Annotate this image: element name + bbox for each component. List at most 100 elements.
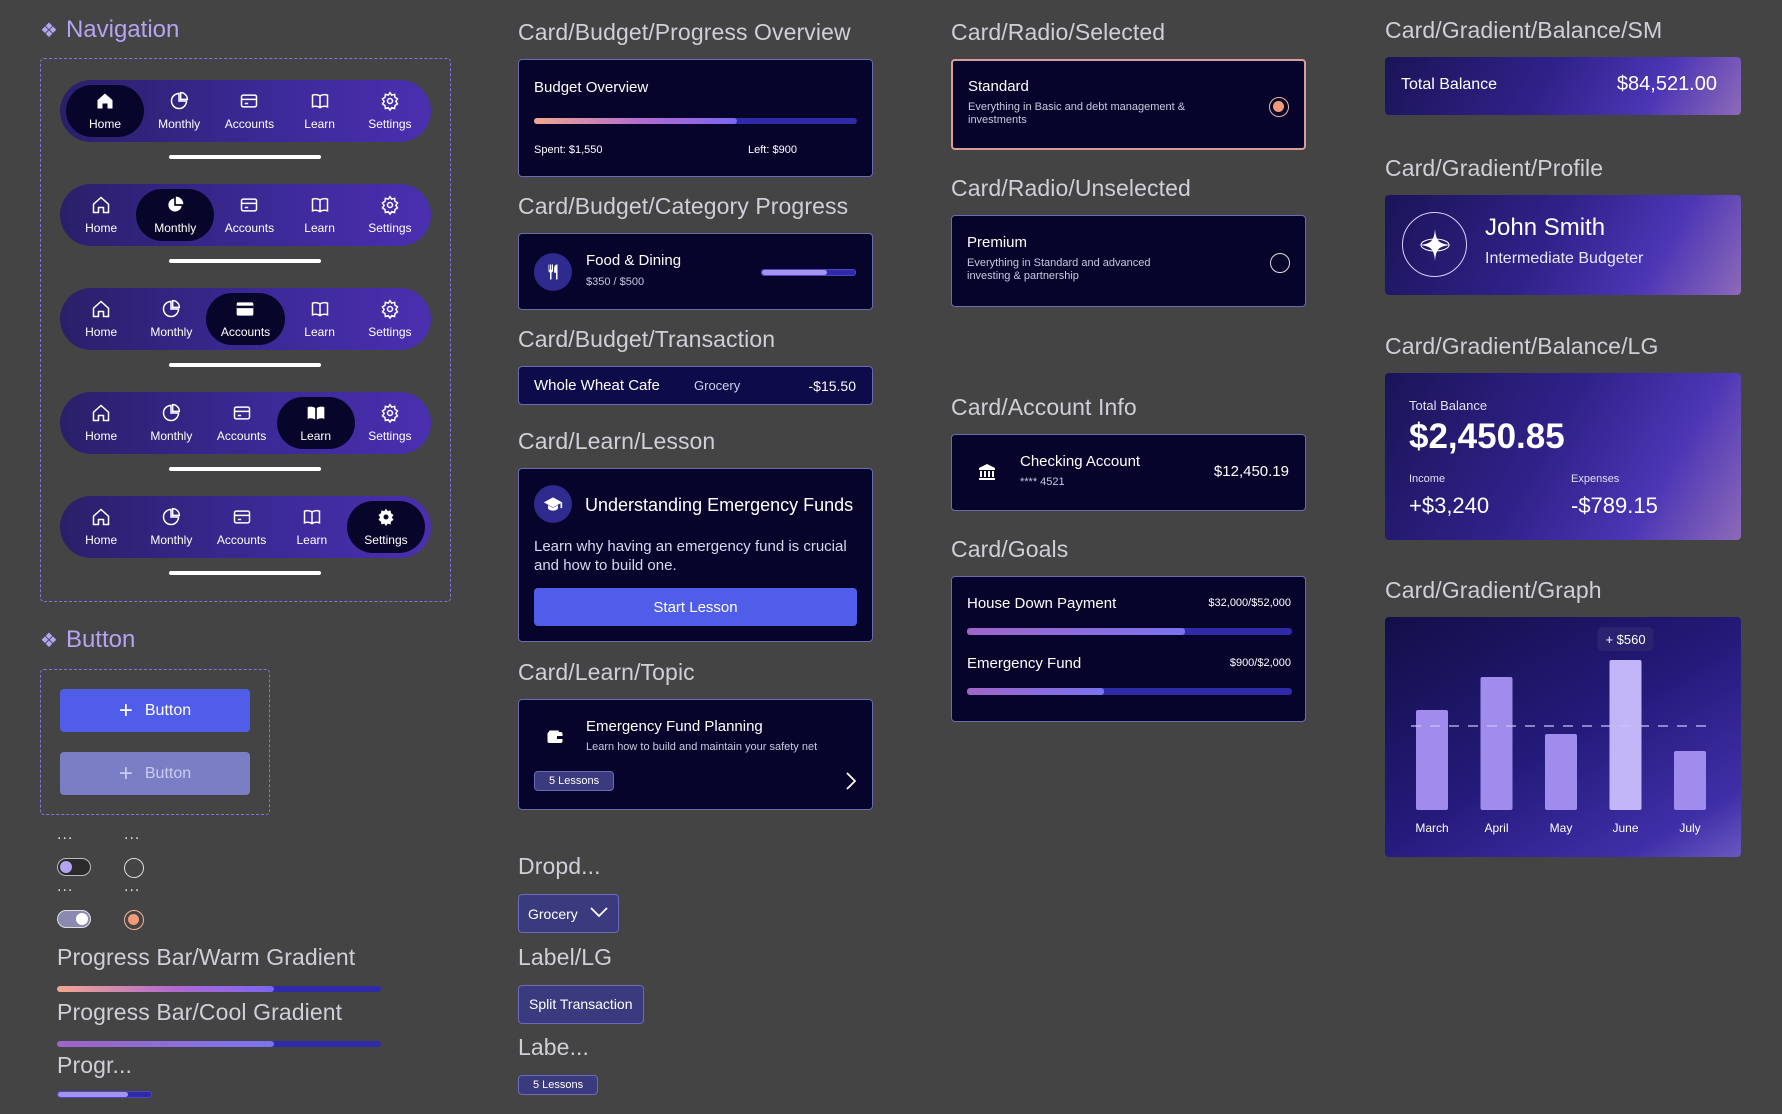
home-indicator (169, 259, 321, 263)
spent-amount: Spent: $1,550 (534, 144, 603, 156)
dropdown-value: Grocery (528, 905, 578, 922)
category-name: Food & Dining (586, 252, 682, 269)
chevron-right-icon[interactable] (846, 772, 857, 795)
total-balance-card-sm: Total Balance $84,521.00 (1385, 57, 1741, 115)
split-transaction-label: Split Transaction (518, 985, 644, 1024)
total-balance-card-lg: Total Balance $2,450.85 Income +$3,240 E… (1385, 373, 1741, 540)
radio-unselected[interactable] (124, 858, 144, 878)
nav-item-home[interactable]: Home (66, 501, 136, 553)
nav-item-accounts[interactable]: Accounts (206, 397, 276, 449)
home-indicator (169, 571, 321, 575)
progress-bar-small (57, 1091, 152, 1098)
progress-fill (58, 1092, 128, 1097)
bar-july[interactable] (1674, 751, 1706, 810)
nav-item-monthly[interactable]: Monthly (136, 293, 206, 345)
nav-item-learn[interactable]: Learn (277, 501, 347, 553)
radio-selected[interactable] (124, 910, 144, 930)
progress-fill (57, 986, 275, 992)
progress-small-title: Progr... (57, 1052, 132, 1078)
fork-knife-icon (534, 253, 572, 291)
home-icon (91, 195, 111, 218)
account-info-card[interactable]: Checking Account **** 4521 $12,450.19 (951, 434, 1306, 511)
plan-title: Standard (968, 78, 1029, 95)
nav-item-accounts[interactable]: Accounts (206, 293, 285, 345)
nav-item-learn[interactable]: Learn (285, 85, 355, 137)
learn-icon (310, 299, 330, 322)
component-icon: ❖ (40, 19, 58, 42)
toggle-on[interactable] (57, 910, 91, 928)
nav-item-home[interactable]: Home (66, 397, 136, 449)
progress-fill (967, 688, 1104, 695)
nav-item-settings[interactable]: Settings (346, 501, 425, 553)
accounts-icon (239, 195, 259, 218)
nav-item-settings[interactable]: Settings (355, 293, 425, 345)
lesson-title: Understanding Emergency Funds (585, 495, 854, 515)
transaction-card[interactable]: Whole Wheat Cafe Grocery -$15.50 (518, 366, 873, 405)
monthly-graph-card: March April May June July + $560 (1385, 617, 1741, 857)
nav-item-label: Monthly (154, 221, 197, 235)
nav-item-monthly[interactable]: Monthly (136, 397, 206, 449)
goal-name: Emergency Fund (967, 655, 1082, 672)
start-lesson-button[interactable]: Start Lesson (534, 588, 857, 626)
transaction-amount: -$15.50 (808, 378, 856, 394)
monthly-icon (165, 195, 185, 218)
card-title: Budget Overview (534, 79, 649, 96)
account-number: **** 4521 (1020, 476, 1065, 488)
budget-overview-section-title: Card/Budget/Progress Overview (518, 19, 851, 45)
radio-selected-section-title: Card/Radio/Selected (951, 19, 1166, 45)
label-lg-section-title: Label/LG (518, 944, 613, 970)
nav-item-accounts[interactable]: Accounts (214, 85, 284, 137)
bottom-nav-bar: Home Monthly Accounts Learn Settings (60, 392, 431, 454)
topic-title: Emergency Fund Planning (586, 718, 763, 735)
nav-item-settings[interactable]: Settings (355, 397, 425, 449)
balance-label: Total Balance (1401, 76, 1498, 93)
nav-item-learn[interactable]: Learn (276, 397, 355, 449)
chevron-down-icon (590, 905, 608, 923)
lessons-label-small: 5 Lessons (518, 1075, 599, 1095)
topic-card[interactable]: Emergency Fund Planning Learn how to bui… (518, 699, 873, 810)
nav-item-label: Monthly (150, 533, 193, 547)
learn-icon (302, 507, 322, 530)
bar-june[interactable] (1609, 660, 1642, 810)
nav-item-settings[interactable]: Settings (355, 85, 425, 137)
nav-item-home[interactable]: Home (66, 85, 145, 137)
lesson-description: Learn why having an emergency fund is cr… (534, 538, 847, 574)
balance-value: $84,521.00 (1616, 73, 1717, 95)
bar-march[interactable] (1416, 710, 1448, 810)
nav-item-monthly[interactable]: Monthly (136, 501, 206, 553)
nav-item-learn[interactable]: Learn (285, 293, 355, 345)
left-amount: Left: $900 (748, 144, 797, 156)
nav-item-label: Monthly (150, 429, 193, 443)
nav-item-home[interactable]: Home (66, 293, 136, 345)
toggle-off[interactable] (57, 858, 91, 876)
primary-button[interactable]: + Button (60, 689, 250, 732)
nav-item-home[interactable]: Home (66, 189, 136, 241)
plan-radio-card-premium[interactable]: Premium Everything in Standard and advan… (951, 215, 1306, 307)
nav-item-accounts[interactable]: Accounts (214, 189, 284, 241)
bar-april[interactable] (1480, 677, 1513, 810)
home-indicator (169, 363, 321, 367)
plan-radio-card-standard[interactable]: Standard Everything in Basic and debt ma… (951, 59, 1306, 150)
balance-lg-section-title: Card/Gradient/Balance/LG (1385, 333, 1659, 359)
nav-item-monthly[interactable]: Monthly (136, 189, 215, 241)
balance-value: $2,450.85 (1409, 417, 1565, 456)
radio-selected[interactable] (1269, 97, 1289, 117)
plan-title: Premium (967, 234, 1028, 251)
progress-warm-title: Progress Bar/Warm Gradient (57, 944, 356, 970)
bottom-nav-bar: Home Monthly Accounts Learn Settings (60, 288, 431, 350)
plan-description: Everything in Standard and advanced inve… (967, 257, 1151, 282)
lessons-badge: 5 Lessons (534, 771, 615, 791)
nav-item-settings[interactable]: Settings (355, 189, 425, 241)
category-dropdown[interactable]: Grocery (518, 894, 619, 933)
nav-item-label: Settings (368, 325, 412, 339)
progress-fill (534, 118, 738, 124)
bar-may[interactable] (1545, 734, 1577, 810)
nav-item-monthly[interactable]: Monthly (144, 85, 214, 137)
monthly-icon (161, 403, 181, 426)
accounts-icon (239, 91, 259, 114)
home-indicator (169, 155, 321, 159)
plan-description: Everything in Basic and debt management … (968, 101, 1186, 126)
nav-item-learn[interactable]: Learn (285, 189, 355, 241)
radio-unselected[interactable] (1270, 253, 1290, 273)
nav-item-accounts[interactable]: Accounts (206, 501, 276, 553)
